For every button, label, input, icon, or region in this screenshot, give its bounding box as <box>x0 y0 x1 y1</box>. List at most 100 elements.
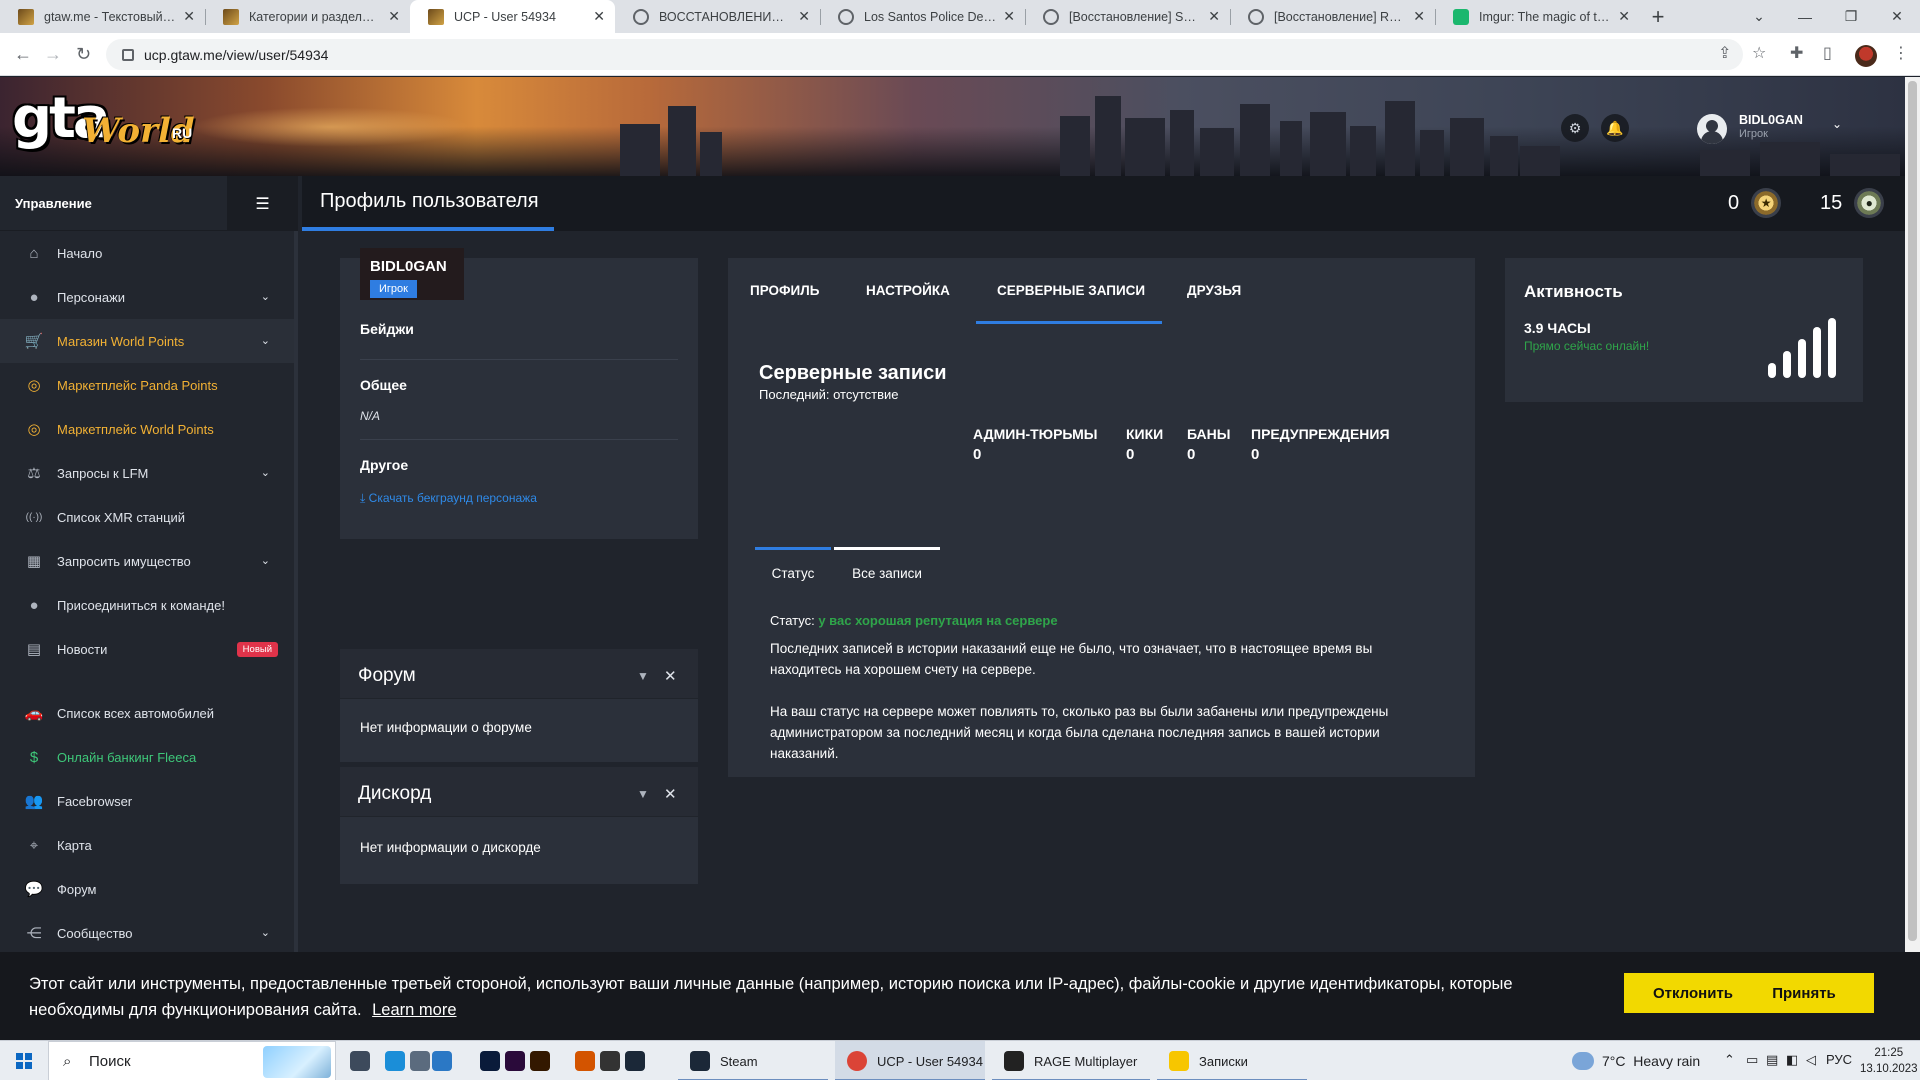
tab-list-icon[interactable]: ⌄ <box>1736 0 1782 33</box>
user-menu[interactable]: BIDL0GAN Игрок ⌄ <box>1697 109 1867 149</box>
panda-points-counter[interactable]: 15 ● <box>1820 188 1885 218</box>
sidebar-item[interactable]: ((·)) Список XMR станций <box>0 495 294 539</box>
taskbar-app-chrome[interactable]: UCP - User 54934 - ... <box>835 1041 985 1080</box>
sidebar-item[interactable]: 🛒 Магазин World Points ⌄ <box>0 319 294 363</box>
tab-server-records[interactable]: СЕРВЕРНЫЕ ЗАПИСИ <box>997 258 1145 322</box>
edge-icon[interactable] <box>385 1051 405 1071</box>
subtab-status-label: Статус <box>771 566 815 581</box>
tray-folder-icon[interactable]: ▤ <box>1766 1052 1778 1068</box>
browser-tab[interactable]: gtaw.me - Текстовый ро ✕ <box>0 0 205 33</box>
sidebar-item[interactable]: ● Персонажи ⌄ <box>0 275 294 319</box>
close-tab-icon[interactable]: ✕ <box>1618 9 1630 23</box>
sidebar-item[interactable]: 🚗 Список всех автомобилей <box>0 691 294 735</box>
close-tab-icon[interactable]: ✕ <box>1413 9 1425 23</box>
sidebar-item[interactable]: ⌂ Начало <box>0 231 294 275</box>
bookmark-star-icon[interactable]: ☆ <box>1752 45 1766 63</box>
bell-icon[interactable]: 🔔 <box>1601 114 1629 142</box>
site-logo[interactable]: gta World RU <box>12 89 195 165</box>
download-background-link[interactable]: ⤓ Скачать бекграунд персонажа <box>360 491 537 506</box>
browser-tab[interactable]: UCP - User 54934 ✕ <box>410 0 615 33</box>
taskbar-app-notes[interactable]: Записки <box>1157 1041 1307 1080</box>
new-tab-icon[interactable]: + <box>1640 0 1676 33</box>
restore-icon[interactable]: ❐ <box>1828 0 1874 33</box>
forward-icon[interactable]: → <box>44 43 62 65</box>
tab-settings[interactable]: НАСТРОЙКА <box>866 258 950 322</box>
tray-chevron-up-icon[interactable]: ⌃ <box>1724 1052 1735 1068</box>
start-button[interactable] <box>0 1041 48 1080</box>
scrollbar-thumb[interactable] <box>1908 81 1917 941</box>
close-icon[interactable]: ✕ <box>664 667 677 685</box>
sidebar-item[interactable]: 💬 Форум <box>0 867 294 911</box>
profile-role-badge: Игрок <box>370 280 417 298</box>
menu-dots-icon[interactable]: ⋮ <box>1893 45 1909 63</box>
close-tab-icon[interactable]: ✕ <box>388 9 400 23</box>
close-tab-icon[interactable]: ✕ <box>798 9 810 23</box>
gear-icon[interactable]: ⚙ <box>1561 114 1589 142</box>
tab-profile[interactable]: ПРОФИЛЬ <box>750 258 819 322</box>
side-panel-icon[interactable]: ▯ <box>1823 45 1832 63</box>
illustrator-icon[interactable] <box>530 1051 550 1071</box>
hamburger-icon[interactable]: ☰ <box>227 176 298 231</box>
taskbar-clock[interactable]: 21:25 13.10.2023 <box>1860 1045 1918 1077</box>
sidebar-item[interactable]: ⌖ Карта <box>0 823 294 867</box>
close-tab-icon[interactable]: ✕ <box>1003 9 1015 23</box>
accept-cookies-button[interactable]: Принять <box>1734 973 1874 1013</box>
sidebar-item[interactable]: ◎ Маркетплейс Panda Points <box>0 363 294 407</box>
sidebar-item[interactable]: ⚖ Запросы к LFM ⌄ <box>0 451 294 495</box>
tray-device-icon[interactable]: ▭ <box>1746 1052 1758 1068</box>
minimize-icon[interactable]: — <box>1782 0 1828 33</box>
browser-tab[interactable]: Los Santos Police Departm ✕ <box>820 0 1025 33</box>
steam-tray-icon[interactable] <box>625 1051 645 1071</box>
skyline-building <box>1520 146 1560 176</box>
subtab-all-records[interactable]: Все записи <box>834 547 940 583</box>
close-tab-icon[interactable]: ✕ <box>593 9 605 23</box>
browser-tab[interactable]: Imgur: The magic of the In ✕ <box>1435 0 1640 33</box>
sidebar-item[interactable]: ● Присоединиться к команде! <box>0 583 294 627</box>
taskbar-app-rage[interactable]: RAGE Multiplayer <box>992 1041 1150 1080</box>
share-page-icon[interactable]: ⇪ <box>1718 45 1731 63</box>
caret-down-icon[interactable]: ▼ <box>637 787 649 801</box>
coins-icon: ◎ <box>27 421 41 438</box>
tray-volume-icon[interactable]: ◁ <box>1806 1052 1816 1068</box>
sidebar-item[interactable]: ▦ Запросить имущество ⌄ <box>0 539 294 583</box>
close-tab-icon[interactable]: ✕ <box>183 9 195 23</box>
tray-language[interactable]: РУС <box>1826 1052 1852 1067</box>
url-input[interactable]: ucp.gtaw.me/view/user/54934 <box>106 39 1743 70</box>
browser-tab[interactable]: Категории и разделы - G ✕ <box>205 0 410 33</box>
taskbar-app-steam[interactable]: Steam <box>678 1041 828 1080</box>
subtab-status[interactable]: Статус <box>755 547 831 583</box>
page-scrollbar[interactable] <box>1905 77 1920 952</box>
sidebar-item[interactable]: ▤ Новости Новый <box>0 627 294 671</box>
file-explorer-icon[interactable] <box>410 1051 430 1071</box>
learn-more-link[interactable]: Learn more <box>372 1001 456 1019</box>
sidebar-item[interactable]: ◎ Маркетплейс World Points <box>0 407 294 451</box>
browser-tab[interactable]: ВОССТАНОВЛЕНИЕ И ПЕ ✕ <box>615 0 820 33</box>
tab-friends[interactable]: ДРУЗЬЯ <box>1187 258 1241 322</box>
taskbar-weather[interactable]: 7°C Heavy rain <box>1572 1041 1700 1080</box>
sidebar-item[interactable]: ⋲ Сообщество ⌄ <box>0 911 294 952</box>
sidebar-item[interactable]: $ Онлайн банкинг Fleeca <box>0 735 294 779</box>
browser-tab[interactable]: [Восстановление] Shanic ✕ <box>1025 0 1230 33</box>
epic-games-icon[interactable] <box>600 1051 620 1071</box>
reload-icon[interactable]: ↻ <box>76 43 91 65</box>
task-view-icon[interactable] <box>350 1051 370 1071</box>
world-points-counter[interactable]: 0 ★ <box>1728 188 1782 218</box>
store-icon[interactable] <box>432 1051 452 1071</box>
cookie-consent-banner: Этот сайт или инструменты, предоставленн… <box>0 952 1920 1040</box>
browser-tab[interactable]: [Восстановление] Rose C ✕ <box>1230 0 1435 33</box>
taskbar-search-box[interactable]: ⌕ Поиск <box>48 1041 336 1080</box>
sidebar-item[interactable]: 👥 Facebrowser <box>0 779 294 823</box>
users-icon: 👥 <box>24 793 44 810</box>
close-icon[interactable]: ✕ <box>664 785 677 803</box>
world-points-coin-icon: ★ <box>1751 188 1782 218</box>
photoshop-icon[interactable] <box>480 1051 500 1071</box>
back-icon[interactable]: ← <box>14 43 32 65</box>
origin-icon[interactable] <box>575 1051 595 1071</box>
premiere-icon[interactable] <box>505 1051 525 1071</box>
tray-network-icon[interactable]: ◧ <box>1786 1052 1798 1068</box>
caret-down-icon[interactable]: ▼ <box>637 669 649 683</box>
browser-profile-avatar[interactable] <box>1855 45 1877 67</box>
close-tab-icon[interactable]: ✕ <box>1208 9 1220 23</box>
extensions-icon[interactable]: ✚ <box>1790 45 1803 63</box>
close-window-icon[interactable]: ✕ <box>1874 0 1920 33</box>
